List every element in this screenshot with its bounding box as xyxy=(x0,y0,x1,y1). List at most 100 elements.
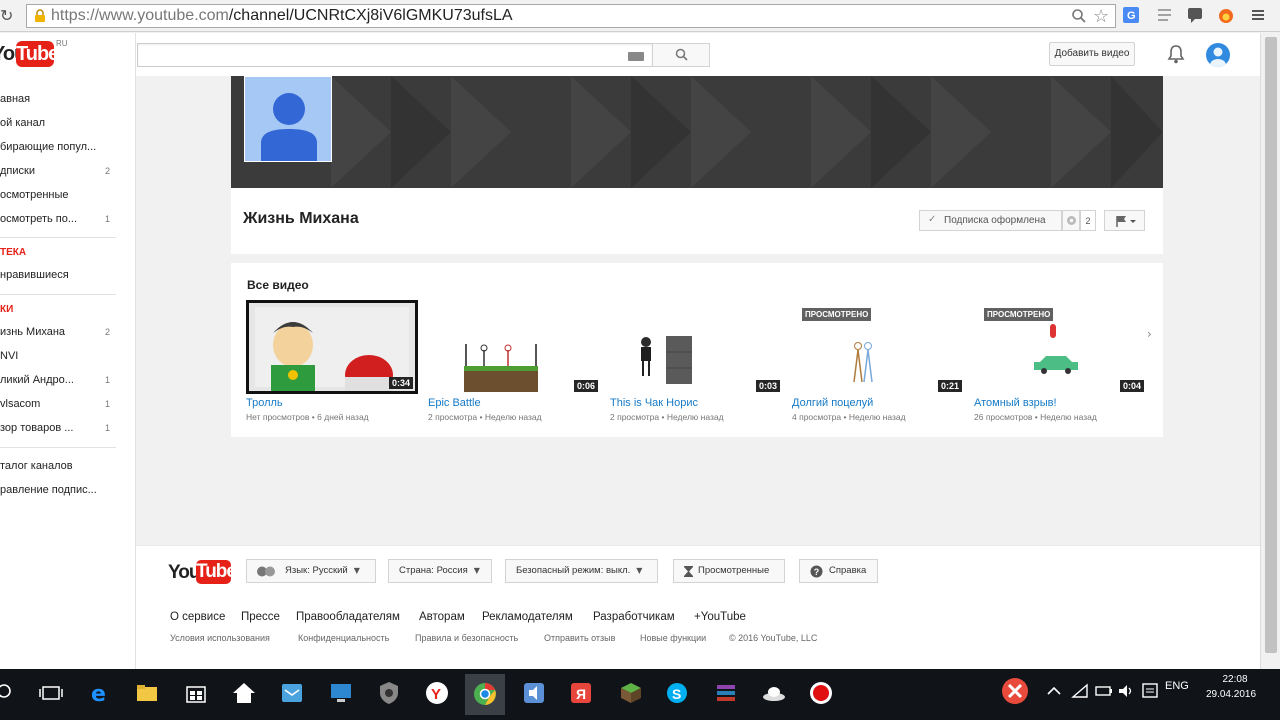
sidebar-subscription-item[interactable]: vlsacom 1 xyxy=(0,395,114,415)
sidebar-item-liked[interactable]: нравившиеся xyxy=(0,266,114,286)
record-icon[interactable] xyxy=(807,679,835,707)
help-button[interactable]: ? Справка xyxy=(799,559,878,583)
subscription-settings-button[interactable] xyxy=(1062,210,1080,231)
fire-extension-icon[interactable] xyxy=(1217,6,1235,24)
bell-icon[interactable] xyxy=(1167,44,1185,64)
edge-browser-icon[interactable]: e xyxy=(86,679,114,707)
bookmark-star-icon[interactable]: ☆ xyxy=(1093,6,1109,27)
chrome-taskbar-active[interactable] xyxy=(465,674,505,715)
clock-date[interactable]: 29.04.2016 xyxy=(1200,689,1262,700)
translate-icon[interactable]: G xyxy=(1122,6,1140,24)
input-language[interactable]: ENG xyxy=(1165,680,1189,692)
list-icon[interactable] xyxy=(1156,6,1174,24)
footer-link-feedback[interactable]: Отправить отзыв xyxy=(544,633,615,643)
video-title[interactable]: Атомный взрыв! xyxy=(974,397,1057,409)
upload-video-button[interactable]: Добавить видео xyxy=(1049,42,1135,66)
video-thumbnail[interactable]: 0:06 xyxy=(428,300,600,394)
video-title[interactable]: Долгий поцелуй xyxy=(792,397,873,409)
sidebar-item-trending[interactable]: бирающие попул... xyxy=(0,138,114,158)
video-card[interactable]: ПРОСМОТРЕНО 0:21 Долгий поцелуй 4 просмо… xyxy=(792,300,964,430)
reload-icon[interactable]: ↻ xyxy=(0,6,16,25)
minecraft-icon[interactable] xyxy=(617,679,645,707)
footer-youtube-logo[interactable]: You Tube xyxy=(168,559,237,585)
file-explorer-icon[interactable] xyxy=(133,679,161,707)
youtube-logo[interactable]: You Tube RU xyxy=(0,39,68,69)
volume-icon[interactable] xyxy=(1116,681,1136,701)
chevron-up-icon[interactable] xyxy=(1044,681,1064,701)
channel-avatar[interactable] xyxy=(244,76,332,162)
sidebar-item-channel-catalog[interactable]: талог каналов xyxy=(0,457,114,477)
footer-link-copyright[interactable]: Правообладателям xyxy=(296,611,400,623)
footer-link-terms[interactable]: Условия использования xyxy=(170,633,270,643)
sidebar-subscriptions-header[interactable]: КИ xyxy=(0,304,13,315)
task-view-icon[interactable] xyxy=(37,679,65,707)
chevron-right-icon[interactable]: › xyxy=(1147,327,1152,341)
search-icon[interactable] xyxy=(0,679,20,707)
cloud-app-icon[interactable] xyxy=(760,679,788,707)
battery-icon[interactable] xyxy=(1094,681,1114,701)
sidebar-subscription-item[interactable]: ликий Андро... 1 xyxy=(0,371,114,391)
sidebar-subscription-item[interactable]: NVI xyxy=(0,347,114,367)
footer-link-press[interactable]: Прессе xyxy=(241,611,280,623)
footer-link-policy-safety[interactable]: Правила и безопасность xyxy=(415,633,518,643)
footer-link-new-features[interactable]: Новые функции xyxy=(640,633,706,643)
notification-app-icon[interactable] xyxy=(999,675,1031,707)
video-card[interactable]: ПРОСМОТРЕНО 0:04 Атомный взрыв! 26 просм… xyxy=(974,300,1146,430)
antivirus-icon[interactable] xyxy=(375,679,403,707)
chat-icon[interactable] xyxy=(1186,6,1204,24)
country-picker-button[interactable]: Страна: Россия ▼ xyxy=(388,559,492,583)
video-thumbnail[interactable]: 0:34 xyxy=(246,300,418,394)
video-card[interactable]: 0:03 This is Чак Норис 2 просмотра • Нед… xyxy=(610,300,782,430)
sidebar-item-subscriptions[interactable]: дписки 2 xyxy=(0,162,114,182)
footer-link-developers[interactable]: Разработчикам xyxy=(593,611,675,623)
footer-link-about[interactable]: О сервисе xyxy=(170,611,225,623)
footer-link-creators[interactable]: Авторам xyxy=(419,611,465,623)
video-card[interactable]: 0:06 Epic Battle 2 просмотра • Неделю на… xyxy=(428,300,600,430)
skype-icon[interactable]: S xyxy=(663,679,691,707)
history-button[interactable]: Просмотренные xyxy=(673,559,785,583)
store-icon[interactable] xyxy=(182,679,210,707)
home-icon[interactable] xyxy=(230,679,258,707)
sidebar-item-my-channel[interactable]: ой канал xyxy=(0,114,114,134)
subscribe-button[interactable]: ✓ Подписка оформлена xyxy=(919,210,1062,231)
sidebar-item-manage-subscriptions[interactable]: равление подпис... xyxy=(0,481,114,501)
sidebar-subscription-item[interactable]: зор товаров ... 1 xyxy=(0,419,114,439)
video-title[interactable]: Epic Battle xyxy=(428,397,481,409)
clock-time[interactable]: 22:08 xyxy=(1208,674,1262,685)
search-button[interactable] xyxy=(652,43,710,67)
zoom-icon[interactable] xyxy=(1071,8,1087,24)
yandex-browser-icon[interactable]: Y xyxy=(423,679,451,707)
yandex-icon[interactable]: Я xyxy=(567,679,595,707)
address-bar[interactable]: https://www.youtube.com/channel/UCNRtCXj… xyxy=(26,4,1116,28)
video-title[interactable]: Тролль xyxy=(246,397,283,409)
scrollbar-thumb[interactable] xyxy=(1265,37,1277,653)
sidebar-item-history[interactable]: осмотренные xyxy=(0,186,114,206)
search-input[interactable] xyxy=(137,43,653,67)
wifi-icon[interactable] xyxy=(1070,681,1090,701)
footer-link-plus-youtube[interactable]: +YouTube xyxy=(694,611,746,623)
language-picker-button[interactable]: Язык: Русский ▼ xyxy=(246,559,376,583)
video-thumbnail[interactable]: 0:03 xyxy=(610,300,782,394)
footer-link-advertise[interactable]: Рекламодателям xyxy=(482,611,573,623)
mail-icon[interactable] xyxy=(278,679,306,707)
page-scrollbar[interactable] xyxy=(1260,33,1280,669)
menu-icon[interactable] xyxy=(1249,6,1267,24)
video-title[interactable]: This is Чак Норис xyxy=(610,397,698,409)
video-card[interactable]: 0:34 Тролль Нет просмотров • 6 дней наза… xyxy=(246,300,418,430)
sidebar-subscription-item[interactable]: изнь Михана 2 xyxy=(0,323,114,343)
sidebar-library-header[interactable]: ТЕКА xyxy=(0,247,26,258)
action-center-icon[interactable] xyxy=(1140,681,1160,701)
footer-link-privacy[interactable]: Конфиденциальность xyxy=(298,633,389,643)
video-thumbnail[interactable]: ПРОСМОТРЕНО 0:21 xyxy=(792,300,964,394)
sidebar-item-home[interactable]: авная xyxy=(0,90,114,110)
avatar[interactable] xyxy=(1206,43,1230,67)
audio-app-icon[interactable] xyxy=(520,679,548,707)
sidebar-item-watch-later[interactable]: осмотреть по... 1 xyxy=(0,210,114,230)
video-thumbnail[interactable]: ПРОСМОТРЕНО 0:04 xyxy=(974,300,1146,394)
safety-mode-button[interactable]: Безопасный режим: выкл. ▼ xyxy=(505,559,658,583)
flag-button[interactable] xyxy=(1104,210,1145,231)
archiver-icon[interactable] xyxy=(712,679,740,707)
keyboard-icon[interactable] xyxy=(628,52,644,61)
monitor-app-icon[interactable] xyxy=(327,679,355,707)
section-title[interactable]: Все видео xyxy=(247,278,309,292)
